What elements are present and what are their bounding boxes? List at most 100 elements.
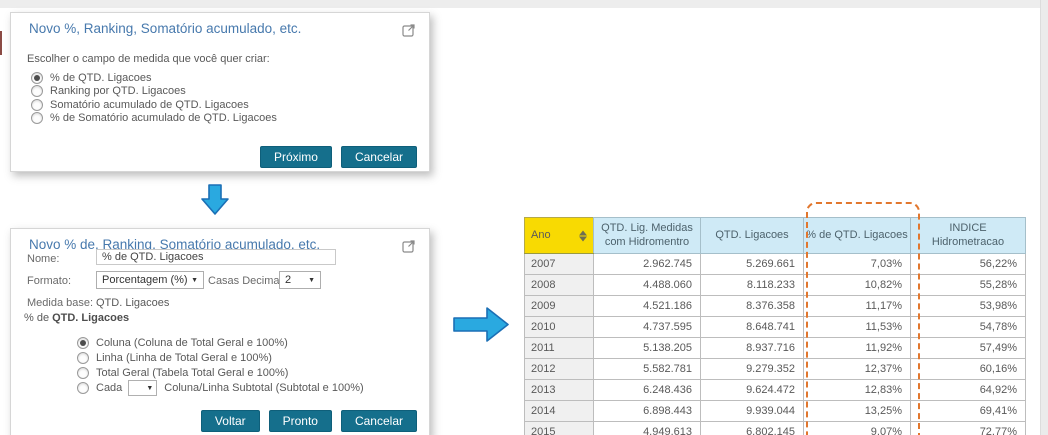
- dialog1-title: Novo %, Ranking, Somatório acumulado, et…: [29, 21, 301, 36]
- column-header-4[interactable]: % de QTD. Ligacoes: [804, 218, 911, 254]
- table-row: 20136.248.4369.624.47212,83%64,92%: [525, 380, 1026, 401]
- radio-icon[interactable]: [77, 352, 89, 364]
- nome-label: Nome:: [27, 253, 59, 265]
- year-cell[interactable]: 2013: [525, 380, 594, 401]
- table-row: 20094.521.1868.376.35811,17%53,98%: [525, 296, 1026, 317]
- value-cell: 64,92%: [911, 380, 1026, 401]
- cancelar-button[interactable]: Cancelar: [341, 146, 417, 168]
- column-header-1[interactable]: Ano: [525, 218, 594, 254]
- column-label: QTD. Lig. Medidas com Hidromentro: [601, 222, 693, 248]
- dialog1-header: Novo %, Ranking, Somatório acumulado, et…: [11, 13, 429, 37]
- year-cell[interactable]: 2010: [525, 317, 594, 338]
- column-header-5[interactable]: INDICE Hidrometracao: [911, 218, 1026, 254]
- dialog1-option-3[interactable]: Somatório acumulado de QTD. Ligacoes: [31, 98, 277, 112]
- page-top-border: [0, 0, 1048, 8]
- value-cell: 8.118.233: [701, 275, 804, 296]
- flow-arrow-right-icon: [453, 306, 510, 343]
- radio-icon[interactable]: [77, 367, 89, 379]
- casas-decimais-select[interactable]: 2 ▼: [279, 271, 321, 289]
- column-label: INDICE Hidrometracao: [932, 222, 1004, 248]
- table-row: 20154.949.6136.802.1459,07%72,77%: [525, 422, 1026, 435]
- value-cell: 57,49%: [911, 338, 1026, 359]
- value-cell: 56,22%: [911, 254, 1026, 275]
- value-cell: 2.962.745: [594, 254, 701, 275]
- value-cell: 10,82%: [804, 275, 911, 296]
- value-cell: 9.279.352: [701, 359, 804, 380]
- dialog2-option-4[interactable]: Cada▼Coluna/Linha Subtotal (Subtotal e 1…: [77, 381, 364, 396]
- subtotal-select[interactable]: ▼: [128, 380, 157, 396]
- value-cell: 6.802.145: [701, 422, 804, 435]
- year-cell[interactable]: 2014: [525, 401, 594, 422]
- dialog1-option-4[interactable]: % de Somatório acumulado de QTD. Ligacoe…: [31, 112, 277, 126]
- value-cell: 53,98%: [911, 296, 1026, 317]
- value-cell: 8.376.358: [701, 296, 804, 317]
- year-cell[interactable]: 2009: [525, 296, 594, 317]
- value-cell: 6.898.443: [594, 401, 701, 422]
- sort-icon[interactable]: [579, 230, 587, 241]
- percent-of-measure: QTD. Ligacoes: [52, 312, 129, 324]
- radio-icon[interactable]: [31, 85, 43, 97]
- radio-icon[interactable]: [31, 99, 43, 111]
- formato-select[interactable]: Porcentagem (%) ▼: [96, 271, 204, 289]
- popout-icon[interactable]: [402, 239, 416, 253]
- option-label: Somatório acumulado de QTD. Ligacoes: [50, 99, 249, 111]
- value-cell: 60,16%: [911, 359, 1026, 380]
- year-cell[interactable]: 2008: [525, 275, 594, 296]
- measure-type-options: % de QTD. LigacoesRanking por QTD. Ligac…: [31, 71, 277, 125]
- value-cell: 12,83%: [804, 380, 911, 401]
- flow-arrow-down-icon: [201, 184, 229, 215]
- year-cell[interactable]: 2015: [525, 422, 594, 435]
- dialog2-option-2[interactable]: Linha (Linha de Total Geral e 100%): [77, 350, 364, 365]
- column-label: Ano: [531, 229, 551, 241]
- option-prefix: Cada: [96, 382, 122, 394]
- page-right-scrollbar-track[interactable]: [1040, 0, 1048, 435]
- value-cell: 11,17%: [804, 296, 911, 317]
- value-cell: 9.939.044: [701, 401, 804, 422]
- year-cell[interactable]: 2011: [525, 338, 594, 359]
- radio-icon[interactable]: [31, 112, 43, 124]
- dialog2-option-3[interactable]: Total Geral (Tabela Total Geral e 100%): [77, 365, 364, 380]
- value-cell: 11,92%: [804, 338, 911, 359]
- option-label: % de Somatório acumulado de QTD. Ligacoe…: [50, 112, 277, 124]
- table-row: 20104.737.5958.648.74111,53%54,78%: [525, 317, 1026, 338]
- column-label: % de QTD. Ligacoes: [806, 229, 908, 241]
- chevron-down-icon: ▼: [308, 277, 315, 284]
- column-header-3[interactable]: QTD. Ligacoes: [701, 218, 804, 254]
- table-header-row: Ano QTD. Lig. Medidas com Hidromentro QTD.…: [525, 218, 1026, 254]
- medida-base-label: Medida base:: [27, 297, 93, 309]
- dialog-new-measure-step2: Novo % de, Ranking, Somatório acumulado,…: [10, 228, 430, 435]
- dialog1-option-2[interactable]: Ranking por QTD. Ligacoes: [31, 85, 277, 99]
- column-header-2[interactable]: QTD. Lig. Medidas com Hidromentro: [594, 218, 701, 254]
- dialog1-buttons: Próximo Cancelar: [260, 146, 417, 168]
- option-label: Coluna (Coluna de Total Geral e 100%): [96, 337, 288, 349]
- value-cell: 5.582.781: [594, 359, 701, 380]
- value-cell: 7,03%: [804, 254, 911, 275]
- dialog1-option-1[interactable]: % de QTD. Ligacoes: [31, 71, 277, 85]
- value-cell: 8.648.741: [701, 317, 804, 338]
- voltar-button[interactable]: Voltar: [201, 410, 260, 432]
- value-cell: 4.737.595: [594, 317, 701, 338]
- pronto-button[interactable]: Pronto: [269, 410, 332, 432]
- percent-of-prefix: % de: [24, 312, 49, 324]
- radio-icon[interactable]: [77, 382, 89, 394]
- value-cell: 5.138.205: [594, 338, 701, 359]
- cancelar-button[interactable]: Cancelar: [341, 410, 417, 432]
- dialog2-option-1[interactable]: Coluna (Coluna de Total Geral e 100%): [77, 335, 364, 350]
- proximo-button[interactable]: Próximo: [260, 146, 332, 168]
- table-row: 20125.582.7819.279.35212,37%60,16%: [525, 359, 1026, 380]
- medida-base-value: QTD. Ligacoes: [96, 297, 169, 309]
- value-cell: 6.248.436: [594, 380, 701, 401]
- value-cell: 12,37%: [804, 359, 911, 380]
- year-cell[interactable]: 2012: [525, 359, 594, 380]
- value-cell: 4.521.186: [594, 296, 701, 317]
- formato-label: Formato:: [27, 275, 71, 287]
- radio-icon[interactable]: [77, 337, 89, 349]
- nome-input[interactable]: [96, 249, 336, 265]
- value-cell: 5.269.661: [701, 254, 804, 275]
- popout-icon[interactable]: [402, 23, 416, 37]
- table-row: 20146.898.4439.939.04413,25%69,41%: [525, 401, 1026, 422]
- year-cell[interactable]: 2007: [525, 254, 594, 275]
- left-edge-artifact: [0, 31, 2, 55]
- radio-icon[interactable]: [31, 72, 43, 84]
- option-label: Ranking por QTD. Ligacoes: [50, 85, 186, 97]
